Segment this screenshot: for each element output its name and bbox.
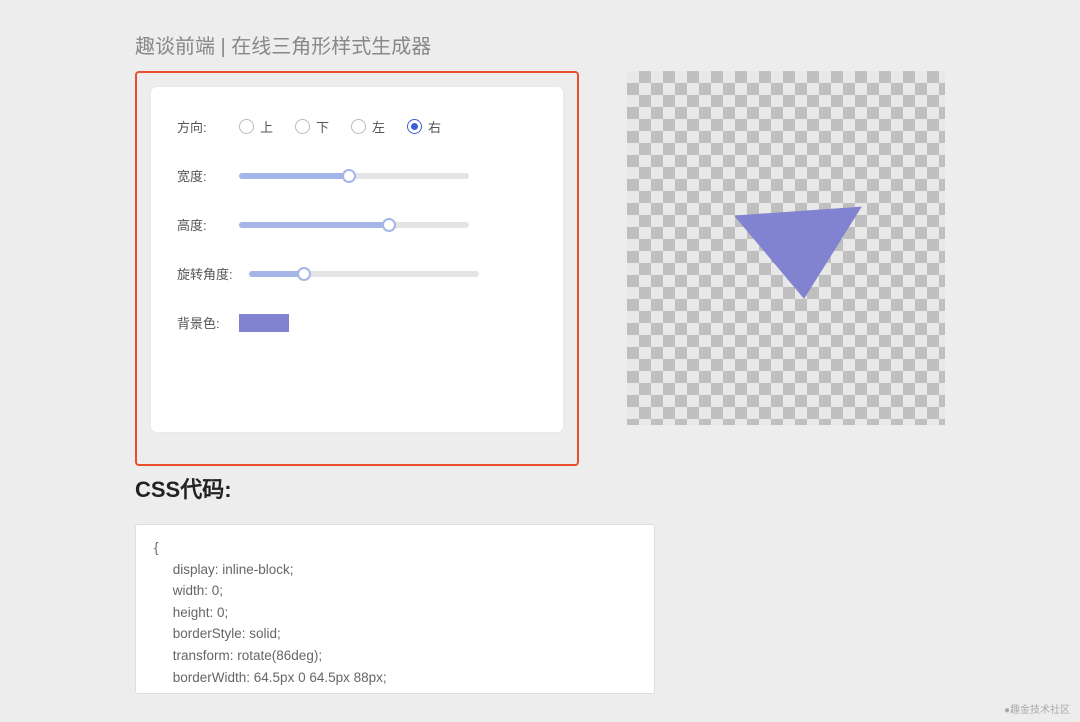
bgcolor-row: 背景色:: [177, 313, 537, 332]
slider-thumb[interactable]: [382, 218, 396, 232]
page-title: 趣谈前端 | 在线三角形样式生成器: [135, 30, 945, 59]
radio-right[interactable]: 右: [407, 117, 441, 136]
slider-fill: [239, 222, 389, 228]
code-section-title: CSS代码:: [135, 472, 945, 504]
slider-fill: [239, 173, 349, 179]
slider-thumb[interactable]: [342, 169, 356, 183]
radio-up[interactable]: 上: [239, 117, 273, 136]
slider-thumb[interactable]: [297, 267, 311, 281]
radio-label: 右: [428, 117, 441, 136]
width-row: 宽度:: [177, 166, 537, 185]
rotate-row: 旋转角度:: [177, 264, 537, 283]
radio-down[interactable]: 下: [295, 117, 329, 136]
bgcolor-label: 背景色:: [177, 313, 239, 332]
direction-radio-group: 上 下 左 右: [239, 117, 441, 136]
height-label: 高度:: [177, 215, 239, 234]
css-code-output[interactable]: [135, 524, 655, 694]
radio-label: 下: [316, 117, 329, 136]
rotate-label: 旋转角度:: [177, 264, 249, 283]
radio-label: 左: [372, 117, 385, 136]
direction-label: 方向:: [177, 117, 239, 136]
width-label: 宽度:: [177, 166, 239, 185]
radio-icon: [351, 119, 366, 134]
slider-fill: [249, 271, 304, 277]
rotate-slider[interactable]: [249, 271, 479, 277]
direction-row: 方向: 上 下 左: [177, 117, 537, 136]
width-slider[interactable]: [239, 173, 469, 179]
controls-highlight-frame: 方向: 上 下 左: [135, 71, 579, 466]
triangle-preview: [734, 207, 868, 304]
controls-panel: 方向: 上 下 左: [151, 87, 563, 432]
color-picker[interactable]: [239, 314, 289, 332]
watermark: ●趣金技术社区: [1004, 701, 1070, 716]
radio-icon: [295, 119, 310, 134]
radio-icon: [239, 119, 254, 134]
radio-label: 上: [260, 117, 273, 136]
radio-left[interactable]: 左: [351, 117, 385, 136]
height-row: 高度:: [177, 215, 537, 234]
radio-icon: [407, 119, 422, 134]
main-row: 方向: 上 下 左: [135, 71, 945, 466]
preview-canvas: [627, 71, 945, 425]
height-slider[interactable]: [239, 222, 469, 228]
